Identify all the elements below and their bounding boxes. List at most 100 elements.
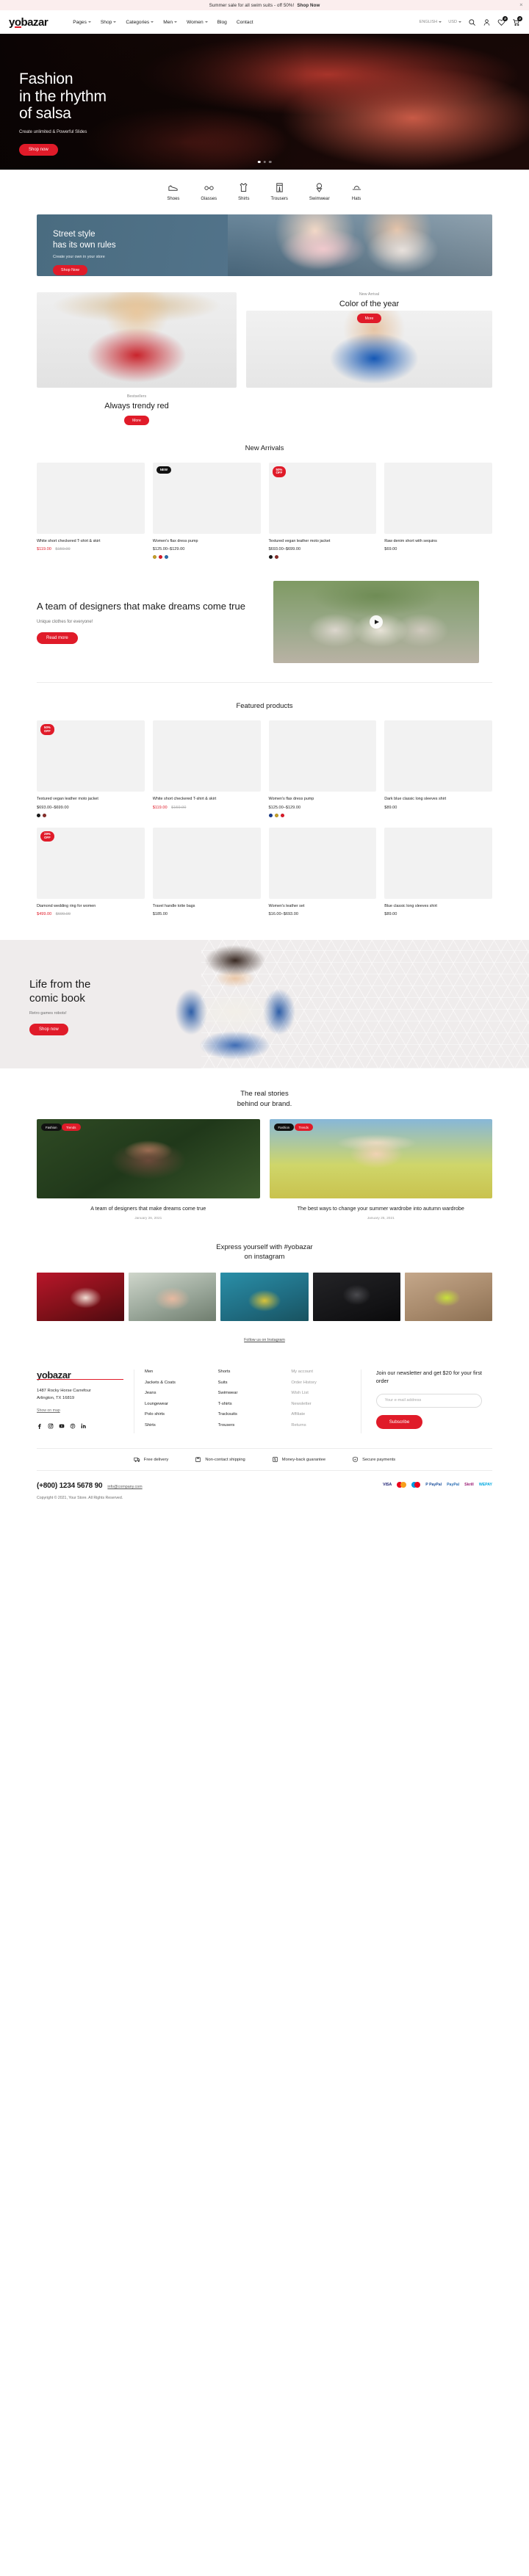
announcement-cta[interactable]: Shop Now (297, 3, 320, 8)
nav-item-pages[interactable]: Pages (73, 20, 91, 25)
comic-shop-now-button[interactable]: Shop now (29, 1024, 68, 1036)
language-selector[interactable]: ENGLISH (420, 20, 442, 24)
swatch[interactable] (43, 813, 46, 817)
category-trousers[interactable]: Trousers (270, 182, 288, 201)
account-icon[interactable] (483, 18, 491, 26)
pinterest-icon[interactable] (70, 1423, 76, 1429)
hero-dot-2[interactable] (263, 160, 266, 163)
instagram-post[interactable] (129, 1273, 217, 1322)
wishlist-button[interactable]: 0 (497, 15, 508, 26)
category-shirts[interactable]: Shirts (238, 182, 249, 201)
footer-link[interactable]: Affiliate (291, 1412, 350, 1417)
search-icon[interactable] (468, 18, 476, 26)
subscribe-button[interactable]: Subscribe (375, 1414, 423, 1429)
story-chip-category[interactable]: Fashion (273, 1124, 295, 1132)
footer-link[interactable]: Polo shirts (145, 1412, 198, 1417)
instagram-post[interactable] (37, 1273, 125, 1322)
story-card[interactable]: Fashion Trends A team of designers that … (37, 1119, 260, 1220)
product-card[interactable]: 50% OFF Textured vegan leather moto jack… (37, 720, 145, 817)
footer-link[interactable]: Swimwear (218, 1391, 271, 1395)
designers-video[interactable] (273, 581, 479, 664)
youtube-icon[interactable] (59, 1423, 65, 1429)
nav-item-shop[interactable]: Shop (101, 20, 117, 25)
color-swatches[interactable] (268, 813, 377, 817)
nav-item-categories[interactable]: Categories (126, 20, 154, 25)
hero-pagination[interactable] (257, 160, 272, 163)
product-card[interactable]: Women's leather set $16.00–$693.00 (268, 827, 377, 916)
swatch[interactable] (158, 555, 162, 560)
footer-link[interactable]: Suits (218, 1381, 271, 1385)
promo-more-button[interactable]: More (124, 416, 149, 425)
nav-item-blog[interactable]: Blog (217, 20, 227, 25)
product-card[interactable]: 29% OFF Diamond wedding ring for women $… (37, 827, 145, 916)
product-card[interactable]: Dark blue classic long sleeves shirt $89… (384, 720, 492, 817)
color-swatches[interactable] (152, 555, 261, 560)
swatch[interactable] (274, 555, 278, 560)
cart-button[interactable]: 0 (512, 15, 522, 26)
footer-link[interactable]: Men (145, 1370, 198, 1374)
category-swimwear[interactable]: Swimwear (309, 182, 330, 201)
swatch[interactable] (274, 813, 278, 817)
footer-link[interactable]: Shirts (145, 1423, 198, 1428)
footer-link[interactable]: Order History (291, 1381, 350, 1385)
play-icon[interactable] (370, 615, 383, 629)
newsletter-email-input[interactable]: Your e-mail address (375, 1393, 482, 1408)
swatch[interactable] (280, 813, 284, 817)
instagram-post[interactable] (404, 1273, 492, 1322)
instagram-icon[interactable] (48, 1423, 54, 1429)
instagram-post[interactable] (220, 1273, 309, 1322)
footer-link[interactable]: Trousers (218, 1423, 271, 1428)
swatch[interactable] (268, 555, 273, 560)
nav-item-women[interactable]: Women (187, 20, 208, 25)
hero-dot-1[interactable] (257, 160, 261, 163)
linkedin-icon[interactable] (81, 1423, 87, 1429)
color-swatches[interactable] (268, 555, 377, 560)
footer-link[interactable]: Shorts (218, 1370, 271, 1374)
show-on-map-link[interactable]: Show on map (37, 1408, 60, 1413)
story-card[interactable]: Fashion Trends The best ways to change y… (269, 1119, 492, 1220)
footer-email[interactable]: info@company.com (107, 1485, 142, 1489)
category-shoes[interactable]: Shoes (167, 182, 179, 201)
product-card[interactable]: Travel handle totte bags $185.00 (152, 827, 261, 916)
swatch[interactable] (152, 555, 156, 560)
street-style-banner[interactable]: Street style has its own rules Create yo… (37, 214, 492, 276)
promo-new-arrival[interactable]: New Arrival Color of the year More (246, 292, 492, 425)
product-card[interactable]: White short checkered T-shirt & skirt $1… (37, 463, 145, 559)
comic-banner[interactable]: Life from the comic book Retro games rob… (0, 939, 529, 1068)
swatch[interactable] (268, 813, 273, 817)
footer-link[interactable]: Jeans (145, 1391, 198, 1395)
swatch[interactable] (37, 813, 40, 817)
story-chip-category[interactable]: Fashion (41, 1124, 62, 1132)
footer-link[interactable]: T-shirts (218, 1402, 271, 1406)
swatch[interactable] (164, 555, 168, 560)
product-card[interactable]: White short checkered T-shirt & skirt $1… (152, 720, 261, 817)
footer-link[interactable]: Newsletter (291, 1402, 350, 1406)
promo-more-button[interactable]: More (356, 314, 382, 323)
nav-item-contact[interactable]: Contact (237, 20, 253, 25)
currency-selector[interactable]: USD (448, 20, 461, 24)
product-card[interactable]: Blue classic long sleeves shirt $89.00 (384, 827, 492, 916)
footer-logo[interactable]: yobazar (37, 1370, 123, 1381)
footer-link[interactable]: Returns (291, 1423, 350, 1428)
footer-link[interactable]: Loungewear (145, 1402, 198, 1406)
footer-link[interactable]: My account (291, 1370, 350, 1374)
instagram-follow-link[interactable]: Follow us on Instagram (244, 1338, 285, 1342)
hero-shop-now-button[interactable]: Shop now (19, 144, 58, 156)
footer-link[interactable]: Tracksuits (218, 1412, 271, 1417)
product-card[interactable]: NEW Women's flax dress pump $125.00–$129… (152, 463, 261, 560)
instagram-post[interactable] (312, 1273, 400, 1322)
promo-bestsellers[interactable]: Bestsellers Always trendy red More (37, 292, 237, 425)
story-chip-tag[interactable]: Trends (294, 1124, 314, 1132)
logo[interactable]: yobazar (9, 16, 48, 29)
color-swatches[interactable] (37, 813, 145, 817)
story-chip-tag[interactable]: Trends (62, 1124, 81, 1132)
product-card[interactable]: Raw denim short with sequins $69.00 (384, 463, 492, 559)
nav-item-men[interactable]: Men (163, 20, 178, 25)
product-card[interactable]: Women's flax dress pump $125.00–$129.00 (268, 720, 377, 817)
footer-link[interactable]: Jackets & Coats (145, 1381, 198, 1385)
product-card[interactable]: 50% OFF Textured vegan leather moto jack… (268, 463, 377, 560)
category-glasses[interactable]: Glasses (201, 182, 217, 201)
hero-dot-3[interactable] (268, 160, 272, 163)
facebook-icon[interactable] (37, 1423, 43, 1430)
footer-link[interactable]: Wish List (291, 1391, 350, 1395)
